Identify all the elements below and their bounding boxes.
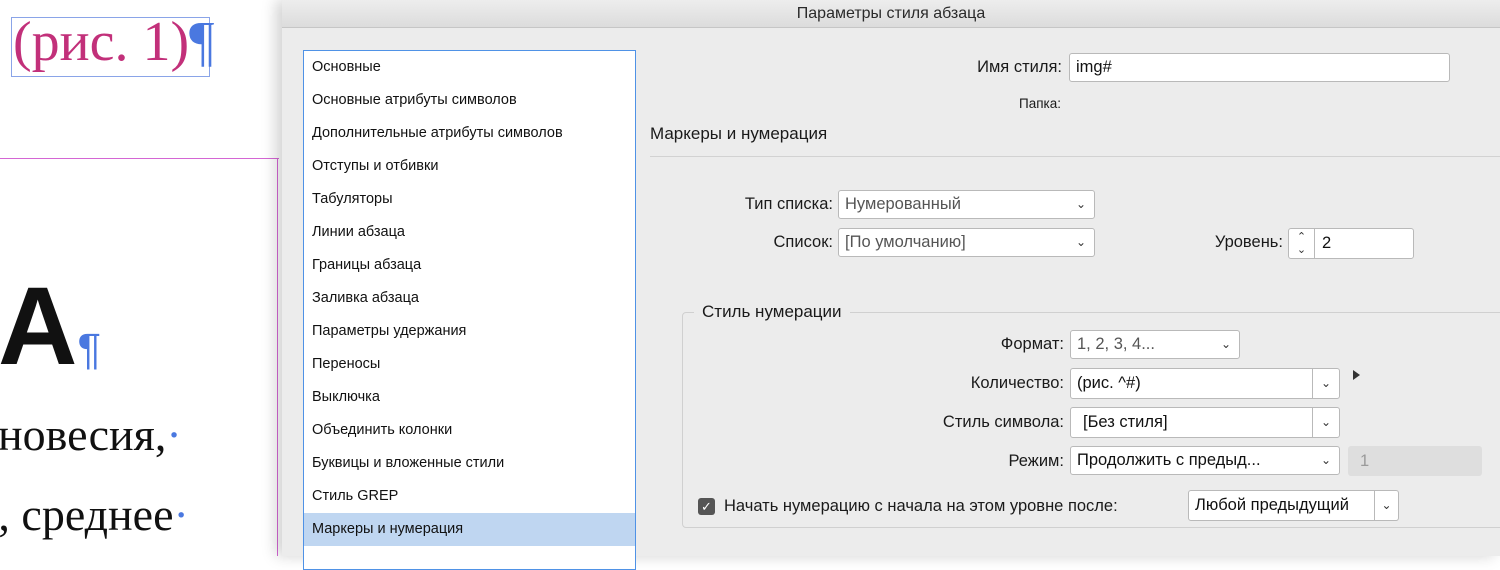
level-stepper[interactable]: ⌃ ⌄ 2 bbox=[1288, 228, 1414, 259]
dialog-title: Параметры стиля абзаца bbox=[282, 0, 1500, 28]
restart-after-value: Любой предыдущий bbox=[1195, 496, 1349, 514]
restart-after-combo[interactable]: Любой предыдущий ⌄ bbox=[1188, 490, 1399, 521]
char-style-label: Стиль символа: bbox=[942, 413, 1064, 431]
folder-label: Папка: bbox=[1019, 96, 1061, 111]
heading-letter-text: A bbox=[0, 265, 78, 388]
chevron-down-icon[interactable]: ⌄ bbox=[1312, 408, 1339, 437]
heading-letter: A¶ bbox=[0, 262, 101, 415]
chevron-down-icon[interactable]: ⌄ bbox=[1374, 491, 1398, 520]
pilcrow-icon: ¶ bbox=[189, 11, 215, 73]
format-label: Формат: bbox=[1000, 335, 1064, 353]
list-type-label: Тип списка: bbox=[744, 195, 833, 213]
category-list[interactable]: Основные Основные атрибуты символов Допо… bbox=[303, 50, 636, 570]
paragraph-style-dialog: Параметры стиля абзаца Основные Основные… bbox=[282, 0, 1500, 570]
sidebar-item-tabs[interactable]: Табуляторы bbox=[304, 183, 635, 216]
quantity-combo[interactable]: (рис. ^#) ⌄ bbox=[1070, 368, 1340, 399]
up-down-arrows-icon[interactable]: ⌃ ⌄ bbox=[1289, 229, 1315, 258]
list-value: [По умолчанию] bbox=[845, 233, 966, 251]
mode-value: Продолжить с предыд... bbox=[1077, 451, 1261, 469]
section-divider bbox=[650, 156, 1500, 157]
list-type-value: Нумерованный bbox=[845, 195, 961, 213]
format-select[interactable]: 1, 2, 3, 4... ⌄ bbox=[1070, 330, 1240, 359]
sidebar-item-paragraph-shading[interactable]: Заливка абзаца bbox=[304, 282, 635, 315]
text-frame-top-edge bbox=[0, 158, 279, 159]
mode-label: Режим: bbox=[1008, 452, 1064, 470]
chevron-down-icon: ⌄ bbox=[1320, 453, 1331, 467]
quantity-value: (рис. ^#) bbox=[1077, 374, 1141, 392]
caption-text: (рис. 1)¶ bbox=[13, 6, 215, 78]
sidebar-item-drop-caps-nested[interactable]: Буквицы и вложенные стили bbox=[304, 447, 635, 480]
text-frame-right-edge bbox=[277, 158, 278, 556]
chevron-down-icon: ⌄ bbox=[1220, 337, 1231, 351]
style-name-label: Имя стиля: bbox=[977, 58, 1062, 76]
level-label: Уровень: bbox=[1214, 233, 1283, 251]
level-value: 2 bbox=[1322, 234, 1332, 252]
mode-start-number: 1 bbox=[1348, 446, 1482, 476]
char-style-combo[interactable]: [Без стиля] ⌄ bbox=[1070, 407, 1340, 438]
space-marker-icon: · bbox=[173, 489, 189, 540]
space-marker-icon: · bbox=[166, 409, 182, 460]
sidebar-item-paragraph-rules[interactable]: Линии абзаца bbox=[304, 216, 635, 249]
chevron-down-icon: ⌄ bbox=[1075, 235, 1086, 249]
sidebar-item-hyphenation[interactable]: Переносы bbox=[304, 348, 635, 381]
list-select[interactable]: [По умолчанию] ⌄ bbox=[838, 228, 1095, 257]
sidebar-item-indents-spacing[interactable]: Отступы и отбивки bbox=[304, 150, 635, 183]
quantity-label: Количество: bbox=[970, 374, 1064, 392]
triangle-right-icon[interactable] bbox=[1353, 370, 1360, 380]
sidebar-item-grep-style[interactable]: Стиль GREP bbox=[304, 480, 635, 513]
char-style-value: [Без стиля] bbox=[1083, 413, 1168, 431]
pilcrow-icon: ¶ bbox=[77, 325, 102, 374]
checkmark-icon: ✓ bbox=[701, 499, 712, 514]
numbering-style-title: Стиль нумерации bbox=[694, 302, 850, 322]
body-text-line: е, среднее· bbox=[0, 488, 189, 541]
chevron-down-icon: ⌄ bbox=[1075, 197, 1086, 211]
body-text-fragment: е, среднее bbox=[0, 489, 174, 540]
mode-select[interactable]: Продолжить с предыд... ⌄ bbox=[1070, 446, 1340, 475]
format-value: 1, 2, 3, 4... bbox=[1077, 335, 1155, 353]
restart-numbering-checkbox[interactable]: ✓ bbox=[698, 498, 715, 515]
section-title: Маркеры и нумерация bbox=[650, 124, 828, 143]
sidebar-item-basic[interactable]: Основные bbox=[304, 51, 635, 84]
body-text-line: новесия,· bbox=[0, 408, 182, 461]
caption-label: (рис. 1) bbox=[13, 11, 190, 73]
document-canvas: (рис. 1)¶ A¶ новесия,· е, среднее· bbox=[0, 0, 282, 556]
sidebar-item-basic-char-formats[interactable]: Основные атрибуты символов bbox=[304, 84, 635, 117]
sidebar-item-span-columns[interactable]: Объединить колонки bbox=[304, 414, 635, 447]
style-name-input[interactable]: img# bbox=[1069, 53, 1450, 82]
body-text-fragment: новесия, bbox=[0, 409, 167, 460]
chevron-down-icon[interactable]: ⌄ bbox=[1312, 369, 1339, 398]
sidebar-item-justification[interactable]: Выключка bbox=[304, 381, 635, 414]
sidebar-item-paragraph-border[interactable]: Границы абзаца bbox=[304, 249, 635, 282]
restart-numbering-label: Начать нумерацию с начала на этом уровне… bbox=[724, 497, 1118, 515]
sidebar-item-bullets-numbering[interactable]: Маркеры и нумерация bbox=[304, 513, 635, 546]
sidebar-item-keep-options[interactable]: Параметры удержания bbox=[304, 315, 635, 348]
sidebar-item-advanced-char-formats[interactable]: Дополнительные атрибуты символов bbox=[304, 117, 635, 150]
list-type-select[interactable]: Нумерованный ⌄ bbox=[838, 190, 1095, 219]
list-label: Список: bbox=[773, 233, 833, 251]
